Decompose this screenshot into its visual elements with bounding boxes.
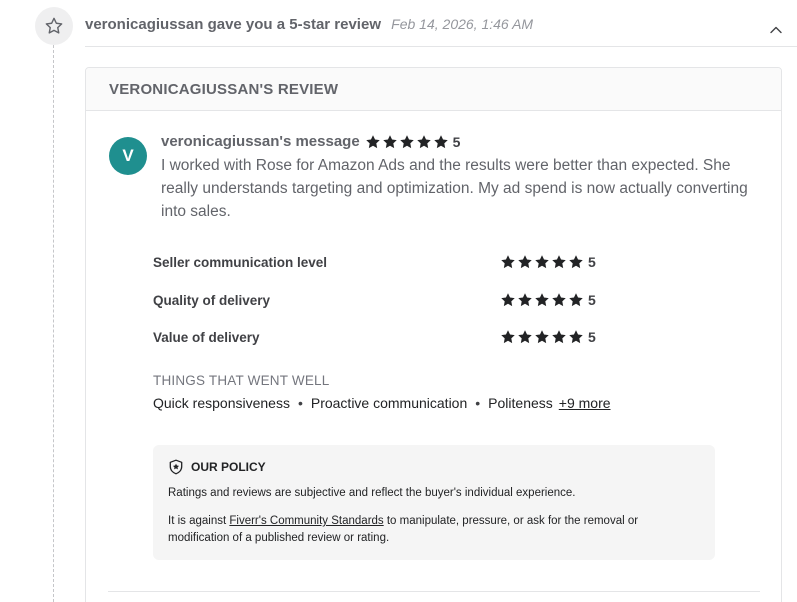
star-icon xyxy=(500,254,516,270)
star-icon xyxy=(534,254,550,270)
timeline-rail xyxy=(53,45,54,602)
notification-header: veronicagiussan gave you a 5-star review… xyxy=(85,16,533,33)
rating-label: Seller communication level xyxy=(153,254,328,270)
notification-date: Feb 14, 2026, 1:46 AM xyxy=(391,16,534,32)
rating-stars xyxy=(500,254,584,270)
star-icon xyxy=(568,292,584,308)
review-message: I worked with Rose for Amazon Ads and th… xyxy=(161,157,748,220)
went-well-list: Quick responsiveness • Proactive communi… xyxy=(153,395,611,411)
went-well-item: Quick responsiveness xyxy=(153,395,290,411)
policy-header: OUR POLICY xyxy=(168,459,700,475)
star-outline-icon xyxy=(35,7,73,45)
star-icon xyxy=(416,134,432,150)
separator-dot: • xyxy=(475,395,481,411)
rating-stars xyxy=(500,329,584,345)
notification-actor: veronicagiussan xyxy=(85,16,204,33)
rating-score: 5 xyxy=(588,254,596,270)
rating-stars xyxy=(500,292,584,308)
policy-line-2: It is against Fiverr's Community Standar… xyxy=(168,513,700,547)
star-icon xyxy=(568,329,584,345)
message-title: veronicagiussan's message xyxy=(161,133,360,150)
rating-score: 5 xyxy=(588,329,596,345)
star-icon xyxy=(517,292,533,308)
star-icon xyxy=(382,134,398,150)
overall-stars xyxy=(365,134,449,150)
star-icon xyxy=(500,329,516,345)
separator-dot: • xyxy=(297,395,303,411)
notification-text: gave you a 5-star review xyxy=(207,16,381,33)
star-icon xyxy=(433,134,449,150)
rating-score: 5 xyxy=(588,292,596,308)
community-standards-link[interactable]: Fiverr's Community Standards xyxy=(229,515,383,527)
policy-title: OUR POLICY xyxy=(191,460,266,474)
shield-star-icon xyxy=(169,459,183,475)
star-icon xyxy=(534,292,550,308)
review-card: VERONICAGIUSSAN'S REVIEW V veronicagiuss… xyxy=(85,67,782,602)
rating-row: Quality of delivery 5 xyxy=(153,290,713,310)
went-well-title: THINGS THAT WENT WELL xyxy=(153,373,330,388)
divider xyxy=(108,591,760,592)
star-icon xyxy=(500,292,516,308)
divider xyxy=(85,46,797,47)
message-title-row: veronicagiussan's message 5 xyxy=(161,133,460,150)
went-well-item: Proactive communication xyxy=(310,395,468,411)
show-more-link[interactable]: +9 more xyxy=(559,395,611,411)
rating-row: Value of delivery 5 xyxy=(153,327,713,347)
star-icon xyxy=(365,134,381,150)
went-well-item: Politeness xyxy=(488,395,553,411)
rating-row: Seller communication level 5 xyxy=(153,252,713,272)
rating-label: Quality of delivery xyxy=(153,292,271,308)
review-heading: VERONICAGIUSSAN'S REVIEW xyxy=(86,68,781,111)
star-icon xyxy=(534,329,550,345)
star-icon xyxy=(551,329,567,345)
star-icon xyxy=(551,292,567,308)
star-icon xyxy=(399,134,415,150)
rating-label: Value of delivery xyxy=(153,329,260,345)
review-notification: veronicagiussan gave you a 5-star review… xyxy=(0,0,797,602)
star-icon xyxy=(517,254,533,270)
chevron-up-icon[interactable] xyxy=(768,22,784,38)
star-icon xyxy=(517,329,533,345)
policy-line-1: Ratings and reviews are subjective and r… xyxy=(168,487,576,499)
star-icon xyxy=(568,254,584,270)
star-icon xyxy=(551,254,567,270)
overall-score: 5 xyxy=(452,133,461,150)
policy-box: OUR POLICY Ratings and reviews are subje… xyxy=(153,445,715,560)
avatar: V xyxy=(109,137,147,175)
policy-line-2-prefix: It is against xyxy=(168,515,230,527)
